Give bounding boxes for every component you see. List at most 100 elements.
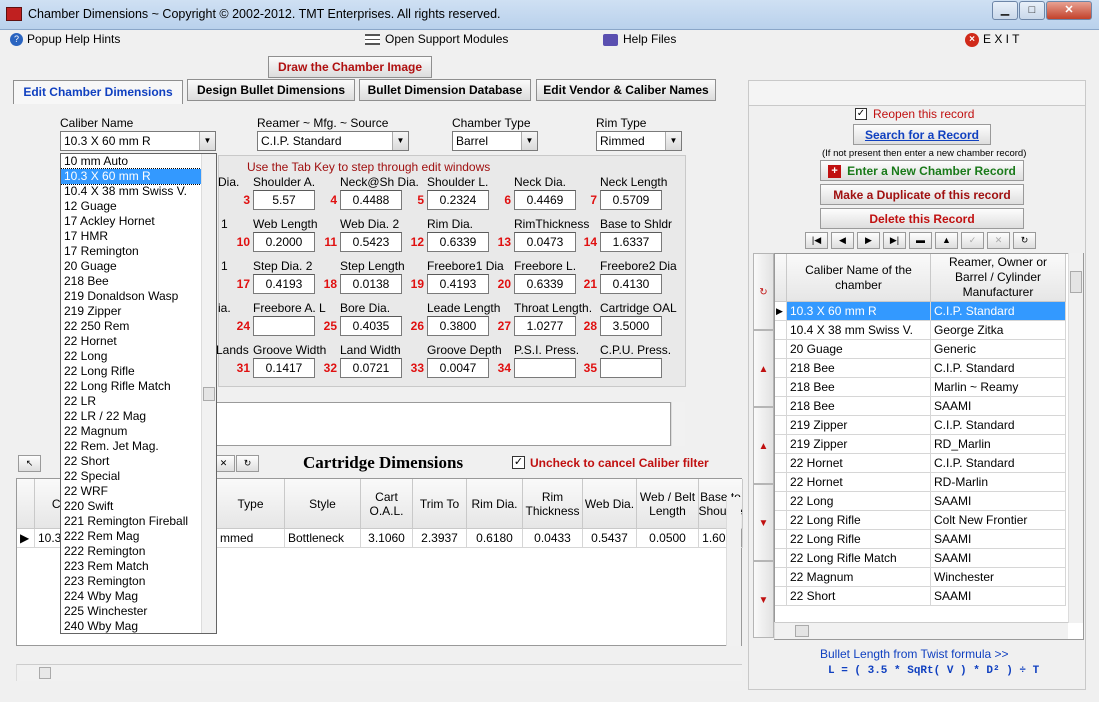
delete-record-button[interactable]: Delete this Record: [820, 208, 1024, 229]
table-cell[interactable]: C.I.P. Standard: [931, 416, 1066, 435]
dimension-field[interactable]: 1.6337: [600, 232, 662, 252]
maximize-button[interactable]: □: [1019, 1, 1045, 20]
dimension-field[interactable]: [600, 358, 662, 378]
dropdown-item[interactable]: 224 Wby Mag: [61, 589, 201, 604]
new-record-button[interactable]: + Enter a New Chamber Record: [820, 160, 1024, 181]
table-cell[interactable]: 218 Bee: [787, 359, 931, 378]
last-record-icon[interactable]: ▶|: [883, 232, 906, 249]
close-button[interactable]: ✕: [1046, 1, 1092, 20]
caliber-name-select[interactable]: 10.3 X 60 mm R ▼: [60, 131, 216, 151]
dropdown-item[interactable]: 223 Rem Match: [61, 559, 201, 574]
column-header[interactable]: Trim To: [413, 479, 467, 529]
row-indicator[interactable]: [775, 359, 787, 378]
table-cell[interactable]: 22 Magnum: [787, 568, 931, 587]
table-cell[interactable]: C.I.P. Standard: [931, 454, 1066, 473]
table-cell[interactable]: 0.5437: [583, 529, 637, 548]
table-cell[interactable]: 10.4 X 38 mm Swiss V.: [787, 321, 931, 340]
dropdown-item[interactable]: 220 Swift: [61, 499, 201, 514]
dimension-field[interactable]: 0.1417: [253, 358, 315, 378]
dropdown-item[interactable]: 22 Special: [61, 469, 201, 484]
dimension-field[interactable]: 0.5423: [340, 232, 402, 252]
reamer-select[interactable]: C.I.P. Standard ▼: [257, 131, 409, 151]
row-indicator[interactable]: ▶: [775, 302, 787, 321]
row-indicator[interactable]: [775, 473, 787, 492]
dropdown-item[interactable]: 22 Long Rifle: [61, 364, 201, 379]
dimension-field[interactable]: 0.4469: [514, 190, 576, 210]
rim-type-select[interactable]: Rimmed ▼: [596, 131, 682, 151]
toolbar-button[interactable]: ↖: [18, 455, 41, 472]
dropdown-item[interactable]: 219 Zipper: [61, 304, 201, 319]
cartridge-scrollbar[interactable]: [726, 497, 741, 646]
cancel-edit-icon[interactable]: ✕: [987, 232, 1010, 249]
caliber-dropdown-list[interactable]: 10 mm Auto 10.3 X 60 mm R 10.4 X 38 mm Swi…: [60, 153, 217, 634]
column-header[interactable]: [17, 479, 35, 529]
table-cell[interactable]: 22 Long Rifle: [787, 530, 931, 549]
column-header[interactable]: Reamer, Owner or Barrel / Cylinder Manuf…: [931, 254, 1066, 302]
column-header[interactable]: [775, 254, 787, 302]
table-cell[interactable]: mmed: [217, 529, 285, 548]
search-record-button[interactable]: Search for a Record: [853, 124, 991, 145]
table-cell[interactable]: SAAMI: [931, 397, 1066, 416]
dropdown-item[interactable]: 22 Short: [61, 454, 201, 469]
dropdown-item[interactable]: 22 Magnum: [61, 424, 201, 439]
dropdown-item[interactable]: 10.3 X 60 mm R: [61, 168, 202, 185]
table-cell[interactable]: SAAMI: [931, 530, 1066, 549]
table-cell[interactable]: 22 Hornet: [787, 454, 931, 473]
table-cell[interactable]: 22 Short: [787, 587, 931, 606]
column-header[interactable]: Web Dia.: [583, 479, 637, 529]
column-header[interactable]: Rim Thickness: [523, 479, 583, 529]
draw-chamber-button[interactable]: Draw the Chamber Image: [268, 56, 432, 78]
previous-record-icon[interactable]: ▲: [753, 407, 774, 484]
table-cell[interactable]: 22 Long Rifle: [787, 511, 931, 530]
dropdown-item[interactable]: 219 Donaldson Wasp: [61, 289, 201, 304]
row-indicator[interactable]: [775, 340, 787, 359]
table-cell[interactable]: 0.0433: [523, 529, 583, 548]
next-record-icon[interactable]: ▶: [857, 232, 880, 249]
dimension-field[interactable]: 0.2000: [253, 232, 315, 252]
table-cell[interactable]: RD-Marlin: [931, 473, 1066, 492]
dimension-field[interactable]: 0.5709: [600, 190, 662, 210]
table-cell[interactable]: C.I.P. Standard: [931, 359, 1066, 378]
refresh-icon[interactable]: ↻: [753, 253, 774, 330]
horizontal-scrollbar[interactable]: [16, 664, 742, 681]
row-indicator[interactable]: [775, 454, 787, 473]
table-cell[interactable]: 219 Zipper: [787, 416, 931, 435]
row-indicator[interactable]: [775, 378, 787, 397]
table-cell[interactable]: Winchester: [931, 568, 1066, 587]
previous-record-icon[interactable]: ◀: [831, 232, 854, 249]
table-cell[interactable]: SAAMI: [931, 587, 1066, 606]
table-cell[interactable]: Generic: [931, 340, 1066, 359]
table-cell[interactable]: 2.3937: [413, 529, 467, 548]
column-header[interactable]: Cart O.A.L.: [361, 479, 413, 529]
dropdown-item[interactable]: 22 WRF: [61, 484, 201, 499]
next-record-icon[interactable]: ▼: [753, 484, 774, 561]
first-record-icon[interactable]: |◀: [805, 232, 828, 249]
table-cell[interactable]: RD_Marlin: [931, 435, 1066, 454]
dimension-field[interactable]: 0.0047: [427, 358, 489, 378]
row-indicator[interactable]: [775, 416, 787, 435]
scroll-thumb[interactable]: [203, 387, 215, 401]
row-indicator[interactable]: [775, 587, 787, 606]
table-cell[interactable]: Bottleneck: [285, 529, 361, 548]
dropdown-item[interactable]: 240 Wby Mag: [61, 619, 201, 633]
dimension-field[interactable]: 0.0138: [340, 274, 402, 294]
dimension-field[interactable]: 0.6339: [514, 274, 576, 294]
table-cell[interactable]: Colt New Frontier: [931, 511, 1066, 530]
delete-icon[interactable]: ▬: [909, 232, 932, 249]
dimension-field[interactable]: 5.57: [253, 190, 315, 210]
dropdown-item[interactable]: 17 Remington: [61, 244, 201, 259]
dropdown-item[interactable]: 218 Bee: [61, 274, 201, 289]
dimension-field[interactable]: 0.0473: [514, 232, 576, 252]
column-header[interactable]: Type: [217, 479, 285, 529]
table-cell[interactable]: 218 Bee: [787, 378, 931, 397]
minimize-button[interactable]: ▁: [992, 1, 1018, 20]
tab-bullet-database[interactable]: Bullet Dimension Database: [359, 79, 531, 101]
dimension-field[interactable]: 0.4130: [600, 274, 662, 294]
dropdown-item[interactable]: 225 Winchester: [61, 604, 201, 619]
reopen-checkbox[interactable]: ✓: [855, 108, 867, 120]
row-indicator[interactable]: [775, 397, 787, 416]
dropdown-item[interactable]: 223 Remington: [61, 574, 201, 589]
dimension-field[interactable]: 0.4035: [340, 316, 402, 336]
column-header[interactable]: Web / Belt Length: [637, 479, 699, 529]
dropdown-scrollbar[interactable]: [201, 154, 216, 633]
